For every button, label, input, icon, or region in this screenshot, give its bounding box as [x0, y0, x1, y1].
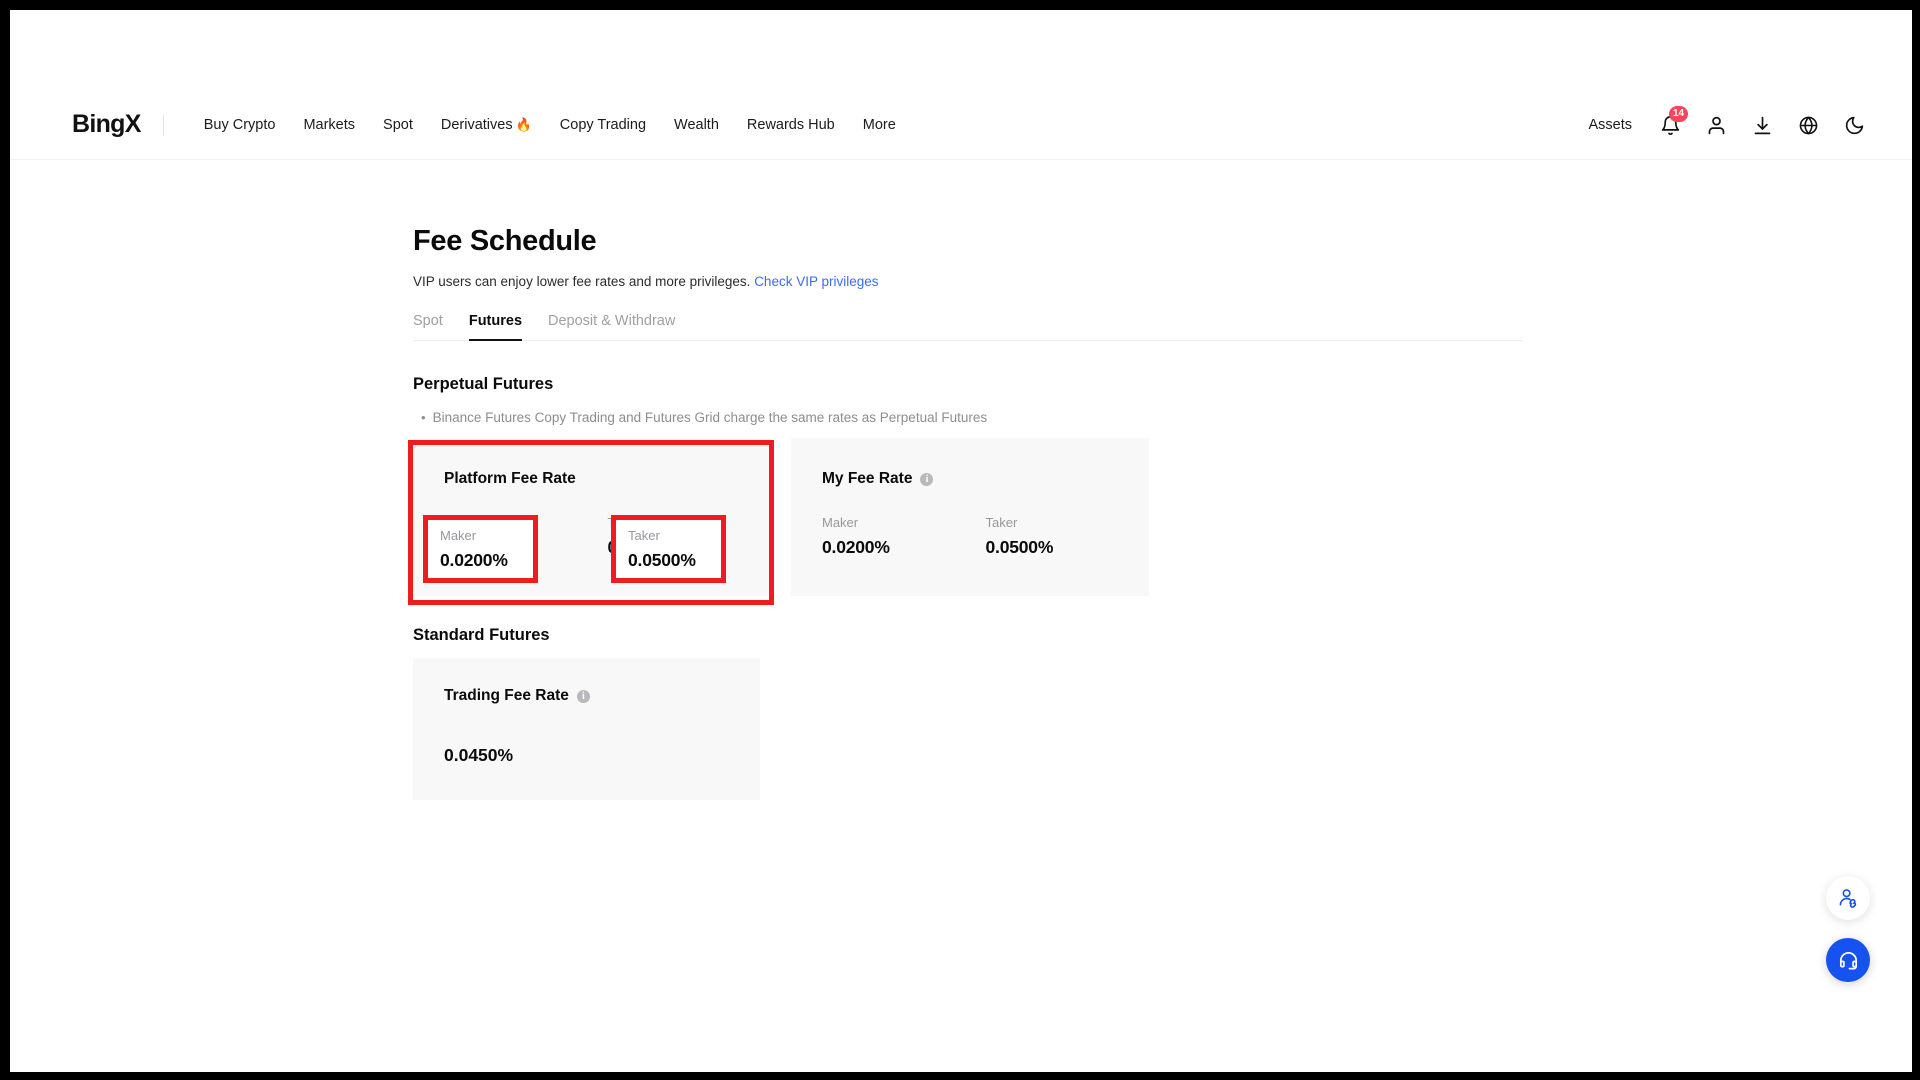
card-title-text: My Fee Rate	[822, 470, 913, 487]
platform-maker-block: Maker 0.0200%	[444, 515, 608, 558]
my-maker-block: Maker 0.0200%	[822, 515, 986, 558]
platform-taker-block: Taker 0.0500%	[608, 515, 772, 558]
nav-label: Spot	[383, 116, 413, 133]
referral-icon[interactable]	[1826, 876, 1870, 920]
info-icon[interactable]: i	[920, 472, 934, 486]
fee-schedule-tabs: Spot Futures Deposit & Withdraw	[413, 313, 1523, 341]
my-fee-rate-title: My Fee Rate i	[822, 470, 1149, 488]
fee-cards-row: Platform Fee Rate Maker 0.0200% Taker 0.…	[413, 438, 1533, 596]
nav-label: Copy Trading	[559, 116, 647, 133]
tab-spot[interactable]: Spot	[413, 313, 443, 340]
platform-taker-label: Taker	[607, 515, 640, 530]
standard-trading-fee-card: Trading Fee Rate i 0.0450%	[413, 658, 760, 800]
nav-label: Wealth	[674, 116, 719, 133]
standard-futures-section: Standard Futures Trading Fee Rate i 0.04…	[413, 626, 1533, 800]
nav-item-wealth[interactable]: Wealth	[660, 90, 733, 160]
my-maker-label: Maker	[822, 515, 859, 530]
platform-fee-rate-card: Platform Fee Rate Maker 0.0200% Taker 0.…	[413, 438, 771, 596]
perpetual-futures-section: Perpetual Futures • Binance Futures Copy…	[413, 375, 1533, 596]
nav-item-more[interactable]: More	[849, 90, 910, 160]
subtitle-text: VIP users can enjoy lower fee rates and …	[413, 274, 751, 289]
info-icon[interactable]: i	[576, 689, 590, 703]
nav-label: More	[862, 116, 896, 133]
platform-fee-rate-title: Platform Fee Rate	[444, 470, 771, 488]
standard-trading-fee-value: 0.0450%	[444, 745, 514, 765]
headset-icon[interactable]	[1826, 938, 1870, 982]
my-fee-rate-card: My Fee Rate i Maker 0.0200% Taker 0.0500…	[791, 438, 1149, 596]
perpetual-note: • Binance Futures Copy Trading and Futur…	[413, 410, 1533, 425]
nav-label: Derivatives	[440, 116, 513, 133]
globe-icon[interactable]	[1796, 113, 1820, 137]
assets-link[interactable]: Assets	[1588, 117, 1632, 133]
user-icon[interactable]	[1704, 113, 1728, 137]
trading-fee-rate-title: Trading Fee Rate i	[444, 687, 760, 705]
primary-nav: Buy Crypto Markets Spot Derivatives 🔥 Co…	[190, 90, 910, 160]
moon-icon[interactable]	[1842, 113, 1866, 137]
nav-item-derivatives[interactable]: Derivatives 🔥	[427, 90, 546, 160]
bingx-logo[interactable]: BingX	[72, 110, 141, 139]
check-vip-privileges-link[interactable]: Check VIP privileges	[754, 274, 878, 289]
card-title-text: Trading Fee Rate	[444, 687, 569, 704]
note-text: Binance Futures Copy Trading and Futures…	[432, 410, 988, 425]
my-fee-rates: Maker 0.0200% Taker 0.0500%	[822, 515, 1149, 558]
brand-divider	[162, 113, 164, 136]
standard-section-title: Standard Futures	[413, 626, 550, 644]
nav-item-copy-trading[interactable]: Copy Trading	[546, 90, 660, 160]
nav-item-buy-crypto[interactable]: Buy Crypto	[190, 90, 290, 160]
platform-rates: Maker 0.0200% Taker 0.0500%	[444, 515, 771, 558]
bullet-icon: •	[421, 410, 426, 425]
main-content: Fee Schedule VIP users can enjoy lower f…	[413, 225, 1533, 800]
my-taker-label: Taker	[985, 515, 1018, 530]
browser-page: BingX Buy Crypto Markets Spot Derivative…	[10, 10, 1912, 1072]
fire-icon: 🔥	[515, 116, 532, 132]
site-header: BingX Buy Crypto Markets Spot Derivative…	[10, 90, 1912, 160]
nav-item-spot[interactable]: Spot	[369, 90, 427, 160]
platform-maker-label: Maker	[444, 515, 481, 530]
perpetual-section-title: Perpetual Futures	[413, 375, 554, 393]
tab-deposit-withdraw[interactable]: Deposit & Withdraw	[548, 313, 675, 340]
brand-block[interactable]: BingX	[72, 110, 164, 139]
page-subtitle: VIP users can enjoy lower fee rates and …	[413, 274, 1533, 289]
bell-icon[interactable]: 14	[1658, 106, 1689, 137]
my-taker-block: Taker 0.0500%	[986, 515, 1150, 558]
card-title-text: Platform Fee Rate	[444, 470, 576, 487]
nav-label: Buy Crypto	[203, 116, 276, 133]
my-maker-value: 0.0200%	[822, 537, 890, 557]
nav-label: Rewards Hub	[746, 116, 835, 133]
platform-maker-value: 0.0200%	[444, 537, 512, 557]
page-title: Fee Schedule	[413, 225, 597, 257]
nav-label: Markets	[303, 116, 356, 133]
nav-item-rewards-hub[interactable]: Rewards Hub	[733, 90, 849, 160]
notification-badge: 14	[1669, 106, 1689, 122]
platform-taker-value: 0.0500%	[607, 537, 676, 557]
tab-futures[interactable]: Futures	[468, 313, 523, 341]
my-taker-value: 0.0500%	[985, 537, 1054, 557]
header-actions: Assets 14	[1588, 90, 1866, 160]
download-icon[interactable]	[1750, 113, 1774, 137]
nav-item-markets[interactable]: Markets	[289, 90, 369, 160]
